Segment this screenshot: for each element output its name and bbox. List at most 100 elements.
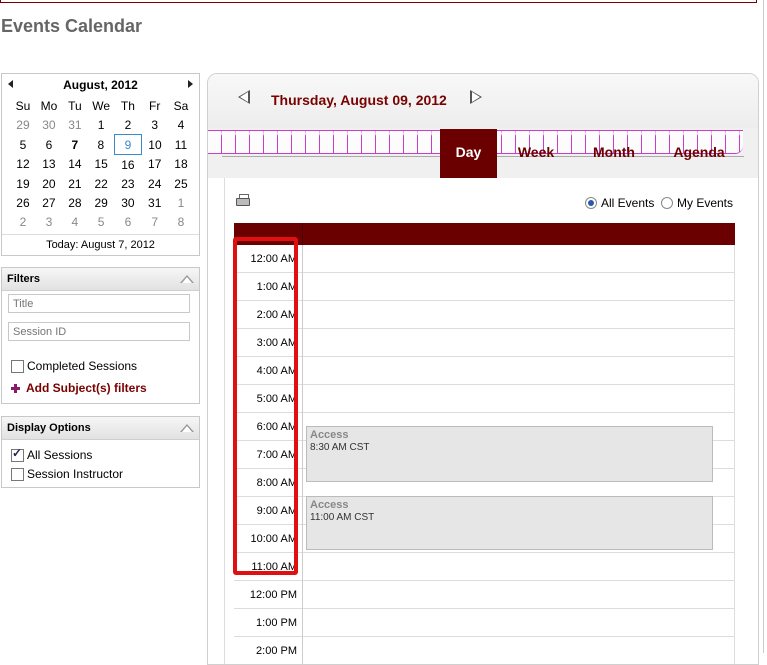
time-slot[interactable] (303, 245, 735, 273)
next-day-icon[interactable] (470, 90, 482, 104)
calendar-day[interactable]: 6 (36, 135, 62, 155)
time-slot[interactable] (303, 357, 735, 385)
calendar-day[interactable]: 17 (141, 155, 168, 175)
prev-day-icon[interactable] (238, 90, 250, 104)
completed-sessions-row[interactable]: Completed Sessions (11, 359, 137, 373)
tab-week[interactable]: Week (510, 129, 562, 178)
time-slot[interactable] (303, 301, 735, 329)
all-events-radio[interactable] (585, 197, 597, 209)
weekday-header: Su (15, 98, 31, 113)
tab-day[interactable]: Day (440, 129, 497, 178)
calendar-day[interactable]: 8 (168, 212, 194, 231)
calendar-day[interactable]: 27 (36, 193, 62, 212)
mini-calendar-month: August, 2012 (63, 78, 138, 92)
time-slot[interactable] (303, 329, 735, 357)
calendar-day[interactable]: 4 (62, 212, 88, 231)
calendar-day[interactable]: 30 (36, 115, 62, 135)
calendar-day[interactable]: 1 (168, 193, 194, 212)
next-month-icon[interactable] (188, 80, 193, 88)
calendar-day[interactable]: 11 (168, 135, 194, 155)
add-subject-filters-label: Add Subject(s) filters (26, 381, 147, 395)
calendar-day[interactable]: 16 (114, 155, 141, 175)
mini-calendar-header: August, 2012 (2, 74, 199, 94)
calendar-day[interactable]: 29 (88, 193, 115, 212)
calendar-day[interactable]: 20 (36, 174, 62, 193)
session-instructor-row[interactable]: Session Instructor (11, 467, 123, 481)
calendar-day[interactable]: 5 (88, 212, 115, 231)
add-subject-filters-link[interactable]: Add Subject(s) filters (11, 381, 147, 395)
calendar-day[interactable]: 19 (10, 174, 36, 193)
calendar-day[interactable]: 25 (168, 174, 194, 193)
calendar-day[interactable]: 13 (36, 155, 62, 175)
time-slot[interactable] (303, 581, 735, 609)
calendar-day[interactable]: 28 (62, 193, 88, 212)
calendar-day[interactable]: 12 (10, 155, 36, 175)
mini-calendar-grid: Su Mo Tu We Th Fr Sa 29 30 31 1 2 3 4 5 6 7 8 9 10 11 12 13 14… (10, 96, 194, 231)
calendar-day[interactable]: 23 (114, 174, 141, 193)
tab-agenda[interactable]: Agenda (666, 129, 732, 178)
filters-panel: Filters Completed Sessions Add Subject(s… (1, 267, 200, 404)
scheduler-date: Thursday, August 09, 2012 (271, 92, 447, 108)
selected-day[interactable]: 9 (113, 134, 142, 155)
display-options-header[interactable]: Display Options (2, 417, 199, 440)
event-block[interactable]: Access 8:30 AM CST (306, 426, 713, 482)
calendar-day[interactable]: 6 (114, 212, 141, 231)
weekday-header: We (92, 98, 111, 113)
title-filter-input[interactable] (8, 294, 190, 313)
calendar-day[interactable]: 10 (141, 135, 168, 155)
calendar-day[interactable]: 22 (88, 174, 115, 193)
all-sessions-row[interactable]: All Sessions (11, 446, 92, 462)
calendar-day[interactable]: 18 (168, 155, 194, 175)
calendar-day[interactable]: 1 (88, 115, 115, 135)
printer-icon[interactable] (236, 194, 250, 206)
today-link[interactable]: Today: August 7, 2012 (2, 234, 199, 255)
today-day[interactable]: 7 (62, 135, 88, 155)
time-slot[interactable] (303, 273, 735, 301)
time-label: 3:00 AM (234, 329, 302, 357)
time-slot[interactable] (303, 637, 735, 664)
calendar-day[interactable]: 4 (168, 115, 194, 135)
calendar-day[interactable]: 31 (62, 115, 88, 135)
calendar-day[interactable]: 7 (141, 212, 168, 231)
event-block[interactable]: Access 11:00 AM CST (306, 496, 713, 550)
my-events-radio[interactable] (661, 197, 673, 209)
calendar-day[interactable]: 21 (62, 174, 88, 193)
calendar-day[interactable]: 31 (141, 193, 168, 212)
collapse-icon[interactable] (180, 424, 194, 432)
calendar-day[interactable]: 14 (62, 155, 88, 175)
time-label: 7:00 AM (234, 441, 302, 469)
tab-month[interactable]: Month (586, 129, 642, 178)
completed-sessions-checkbox[interactable] (11, 359, 24, 373)
calendar-day[interactable]: 29 (10, 115, 36, 135)
display-options-title: Display Options (7, 422, 91, 434)
calendar-day[interactable]: 8 (88, 135, 115, 155)
calendar-day[interactable]: 2 (114, 115, 141, 135)
calendar-day[interactable]: 5 (10, 135, 36, 155)
calendar-day[interactable]: 30 (114, 193, 141, 212)
my-events-option[interactable]: My Events (661, 196, 733, 210)
scrollbar[interactable] (763, 0, 764, 653)
weekday-header: Sa (173, 98, 189, 113)
column-divider (302, 245, 303, 664)
calendar-day[interactable]: 3 (141, 115, 168, 135)
time-slot[interactable] (303, 609, 735, 637)
weekday-header: Mo (40, 98, 58, 113)
all-sessions-checkbox[interactable] (11, 446, 24, 462)
time-label: 1:00 AM (234, 273, 302, 301)
collapse-icon[interactable] (180, 275, 194, 283)
time-slot[interactable] (303, 385, 735, 413)
calendar-day[interactable]: 3 (36, 212, 62, 231)
session-instructor-label: Session Instructor (27, 467, 124, 481)
calendar-day[interactable]: 26 (10, 193, 36, 212)
calendar-day[interactable]: 15 (88, 155, 115, 175)
session-instructor-checkbox[interactable] (11, 467, 24, 481)
filters-title: Filters (7, 273, 41, 285)
view-tabs: Day Week Month Agenda (208, 128, 758, 178)
time-slot[interactable] (303, 553, 735, 581)
filters-header[interactable]: Filters (2, 268, 199, 291)
calendar-day[interactable]: 24 (141, 174, 168, 193)
all-events-label: All Events (601, 196, 655, 210)
all-events-option[interactable]: All Events (585, 196, 654, 210)
session-id-input[interactable] (8, 322, 190, 341)
calendar-day[interactable]: 2 (10, 212, 36, 231)
